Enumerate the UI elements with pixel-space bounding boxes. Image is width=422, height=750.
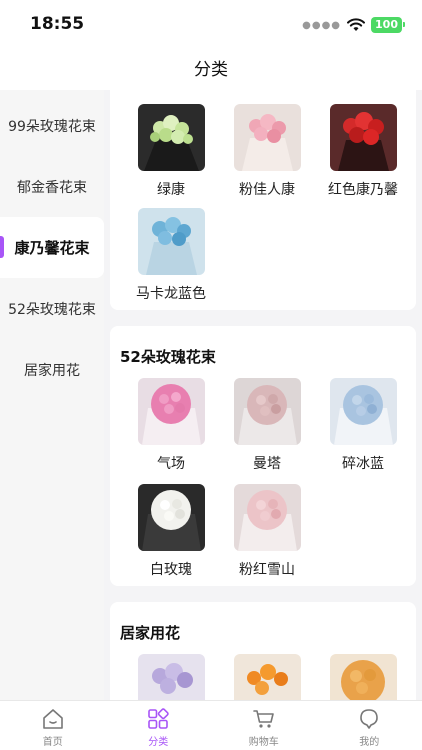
home-icon	[42, 709, 63, 729]
sidebar-item-label: 郁金香花束	[17, 179, 87, 196]
product-name: 马卡龙蓝色	[136, 286, 206, 302]
wifi-icon	[347, 18, 366, 31]
product-image	[137, 208, 205, 275]
product-image	[329, 104, 397, 171]
product-item[interactable]	[123, 654, 219, 700]
sidebar-item-label: 52朵玫瑰花束	[8, 301, 96, 318]
tab-label: 我的	[359, 737, 380, 748]
product-item[interactable]: 红色康乃馨	[315, 104, 411, 199]
status-indicators: ●●●● 100	[302, 17, 405, 33]
section-carnations: 绿康 粉佳人康 红色康乃馨 马卡龙蓝色	[110, 90, 416, 310]
product-item[interactable]: 白玫瑰	[123, 484, 219, 579]
product-name: 曼塔	[253, 456, 281, 472]
tab-label: 购物车	[248, 737, 279, 748]
product-name: 白玫瑰	[150, 562, 192, 578]
product-image	[329, 654, 397, 700]
product-image	[137, 484, 205, 551]
product-content[interactable]: 绿康 粉佳人康 红色康乃馨 马卡龙蓝色 52朵玫瑰花束 气场 曼塔 碎冰蓝 白玫…	[104, 90, 422, 700]
product-item[interactable]: 碎冰蓝	[315, 378, 411, 473]
tab-profile[interactable]: 我的	[317, 701, 422, 750]
sidebar-item-tulips[interactable]: 郁金香花束	[0, 156, 104, 217]
cart-icon	[252, 710, 274, 728]
signal-icon: ●●●●	[302, 19, 342, 31]
product-item[interactable]: 曼塔	[219, 378, 315, 473]
sidebar-item-label: 居家用花	[24, 362, 80, 379]
product-item[interactable]	[315, 654, 411, 700]
category-sidebar: 99朵玫瑰花束 郁金香花束 康乃馨花束 52朵玫瑰花束 居家用花	[0, 90, 104, 700]
product-item[interactable]: 粉红雪山	[219, 484, 315, 579]
tab-home[interactable]: 首页	[0, 701, 106, 750]
product-name: 红色康乃馨	[328, 182, 398, 198]
product-image	[233, 104, 301, 171]
product-image	[233, 484, 301, 551]
product-image	[137, 104, 205, 171]
tab-label: 首页	[42, 737, 63, 748]
tab-cart[interactable]: 购物车	[211, 701, 317, 750]
profile-icon	[360, 709, 379, 729]
sidebar-item-carnations[interactable]: 康乃馨花束	[0, 217, 104, 278]
battery-icon: 100	[371, 17, 405, 33]
product-name: 气场	[157, 456, 185, 472]
sidebar-item-52-roses[interactable]: 52朵玫瑰花束	[0, 278, 104, 339]
product-name: 碎冰蓝	[342, 456, 384, 472]
product-name: 粉红雪山	[239, 562, 295, 578]
nav-bar: 分类	[0, 50, 422, 90]
sidebar-item-home-flowers[interactable]: 居家用花	[0, 339, 104, 400]
product-item[interactable]: 马卡龙蓝色	[123, 208, 219, 303]
product-item[interactable]: 绿康	[123, 104, 219, 199]
product-image	[233, 654, 301, 700]
sidebar-item-99-roses[interactable]: 99朵玫瑰花束	[0, 95, 104, 156]
section-52-roses: 52朵玫瑰花束 气场 曼塔 碎冰蓝 白玫瑰 粉红雪山	[110, 326, 416, 586]
status-bar: 18:55 ●●●● 100	[0, 0, 422, 50]
product-name: 绿康	[157, 182, 185, 198]
category-icon	[148, 708, 169, 729]
status-time: 18:55	[30, 14, 85, 34]
product-image	[329, 378, 397, 445]
product-name: 粉佳人康	[239, 182, 295, 198]
product-image	[233, 378, 301, 445]
product-image	[137, 654, 205, 700]
product-item[interactable]: 气场	[123, 378, 219, 473]
tab-category[interactable]: 分类	[106, 701, 212, 750]
page-title: 分类	[194, 60, 228, 80]
bottom-tab-bar: 首页 分类 购物车 我的	[0, 700, 422, 750]
product-item[interactable]	[219, 654, 315, 700]
section-title: 居家用花	[120, 624, 181, 642]
sidebar-item-label: 99朵玫瑰花束	[8, 118, 96, 135]
section-home-flowers: 居家用花	[110, 602, 416, 700]
section-title: 52朵玫瑰花束	[120, 348, 216, 366]
product-item[interactable]: 粉佳人康	[219, 104, 315, 199]
tab-label: 分类	[148, 737, 169, 748]
sidebar-item-label: 康乃馨花束	[14, 239, 90, 257]
product-image	[137, 378, 205, 445]
